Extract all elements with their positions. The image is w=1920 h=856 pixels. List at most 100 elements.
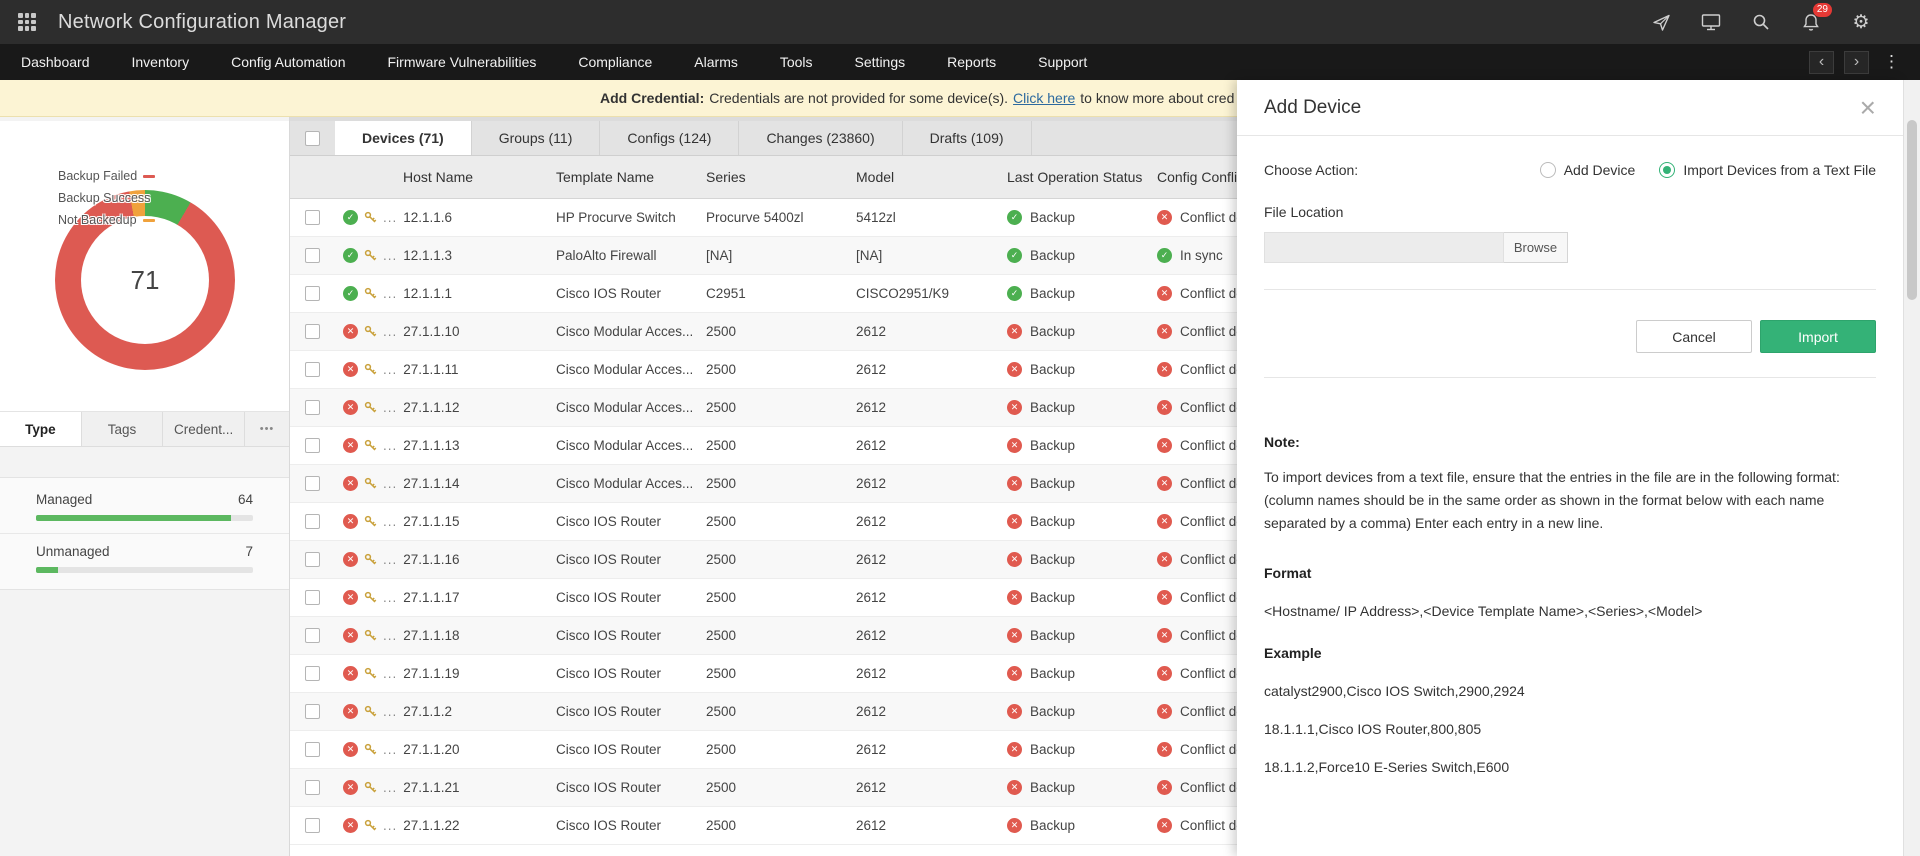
nav-item-firmware-vulnerabilities[interactable]: Firmware Vulnerabilities [367,44,558,80]
format-label: Format [1264,565,1312,582]
donut-legend: Backup Failed Backup Success Not Backedup [58,165,169,231]
template-name-cell: Cisco IOS Router [556,590,662,605]
row-checkbox[interactable] [305,666,320,681]
template-name-cell: PaloAlto Firewall [556,248,657,263]
row-checkbox[interactable] [305,818,320,833]
radio-label: Add Device [1563,162,1636,178]
row-checkbox[interactable] [305,742,320,757]
banner-click-here-link[interactable]: Click here [1013,90,1075,106]
panel-header: Add Device × [1237,80,1903,136]
host-name: 27.1.1.15 [403,514,460,529]
row-checkbox[interactable] [305,248,320,263]
tab-groups-11[interactable]: Groups (11) [472,121,601,155]
last-operation-text: Backup [1030,514,1076,529]
config-conflict-text: Conflict de [1180,704,1244,719]
nav-scroll-left-button[interactable]: ‹ [1809,50,1834,74]
host-more-ellipsis: ... [383,362,398,377]
operation-error-icon: ✕ [1007,362,1022,377]
notifications-bell-icon[interactable]: 29 [1800,3,1832,33]
nav-item-support[interactable]: Support [1017,44,1108,80]
page-scrollbar[interactable] [1903,80,1920,856]
row-checkbox[interactable] [305,362,320,377]
sidebar-more-icon[interactable]: ••• [245,412,289,446]
tab-devices-71[interactable]: Devices (71) [335,121,472,155]
conflict-error-icon: ✕ [1157,628,1172,643]
nav-item-alarms[interactable]: Alarms [673,44,759,80]
row-checkbox[interactable] [305,590,320,605]
radio-selected-dot [1659,162,1676,178]
row-checkbox-cell [290,742,335,757]
tab-changes-23860[interactable]: Changes (23860) [739,121,903,155]
last-operation-text: Backup [1030,286,1076,301]
nav-item-dashboard[interactable]: Dashboard [0,44,111,80]
radio-option-add-device[interactable]: Add Device [1539,162,1636,178]
legend-label: Backup Failed [58,169,138,183]
device-status-ok-icon: ✓ [343,210,358,225]
series-cell: 2500 [706,514,737,529]
credential-key-icon [364,591,377,604]
cancel-button[interactable]: Cancel [1636,320,1752,353]
last-operation-cell: ✕ Backup [1007,780,1157,795]
apps-grid-icon[interactable] [18,13,36,31]
row-checkbox[interactable] [305,400,320,415]
nav-item-config-automation[interactable]: Config Automation [210,44,366,80]
conflict-error-icon: ✕ [1157,590,1172,605]
stat-bar [36,567,253,573]
series-cell: 2500 [706,818,737,833]
row-checkbox[interactable] [305,514,320,529]
row-checkbox[interactable] [305,704,320,719]
browse-button[interactable]: Browse [1504,232,1568,263]
nav-item-reports[interactable]: Reports [926,44,1017,80]
conflict-error-icon: ✕ [1157,438,1172,453]
row-checkbox[interactable] [305,628,320,643]
row-checkbox[interactable] [305,780,320,795]
scrollbar-thumb[interactable] [1907,120,1917,300]
stat-unmanaged[interactable]: Unmanaged 7 [0,534,289,585]
screen-share-icon[interactable] [1700,11,1722,33]
app-title: Network Configuration Manager [58,10,347,33]
config-conflict-text: Conflict de [1180,514,1244,529]
template-name-cell: Cisco IOS Router [556,552,662,567]
device-status-ok-icon: ✓ [343,248,358,263]
search-icon[interactable] [1750,11,1772,33]
series-cell: 2500 [706,666,737,681]
sidebar-tab-credent[interactable]: Credent... [163,412,246,446]
series-cell: 2500 [706,552,737,567]
sidebar-tab-tags[interactable]: Tags [82,412,164,446]
host-cell: ✕... 27.1.1.16 [335,552,556,567]
host-more-ellipsis: ... [383,438,398,453]
file-location-input[interactable] [1264,232,1504,263]
tab-drafts-109[interactable]: Drafts (109) [903,121,1032,155]
credential-key-icon [364,363,377,376]
banner-prefix: Add Credential: [600,90,705,106]
nav-scroll-right-button[interactable]: › [1844,50,1869,74]
row-checkbox[interactable] [305,286,320,301]
select-all-checkbox[interactable] [305,130,320,146]
device-status-error-icon: ✕ [343,628,358,643]
row-checkbox[interactable] [305,438,320,453]
radio-option-import-devices-from-a-text-file[interactable]: Import Devices from a Text File [1659,162,1876,178]
nav-item-settings[interactable]: Settings [834,44,927,80]
last-operation-cell: ✕ Backup [1007,514,1157,529]
nav-item-tools[interactable]: Tools [759,44,834,80]
device-status-error-icon: ✕ [343,818,358,833]
nav-item-compliance[interactable]: Compliance [557,44,673,80]
nav-item-inventory[interactable]: Inventory [111,44,211,80]
settings-gear-icon[interactable]: ⚙ [1850,11,1872,33]
stat-label: Unmanaged [36,544,110,559]
device-status-error-icon: ✕ [343,514,358,529]
import-button[interactable]: Import [1760,320,1876,353]
device-status-error-icon: ✕ [343,362,358,377]
close-icon[interactable]: × [1860,93,1876,122]
row-checkbox[interactable] [305,210,320,225]
row-checkbox[interactable] [305,476,320,491]
stat-managed[interactable]: Managed 64 [0,482,289,534]
tab-configs-124[interactable]: Configs (124) [600,121,740,155]
sidebar-tab-type[interactable]: Type [0,412,82,446]
announce-send-icon[interactable] [1650,11,1672,33]
operation-error-icon: ✕ [1007,742,1022,757]
conflict-error-icon: ✕ [1157,400,1172,415]
row-checkbox[interactable] [305,324,320,339]
nav-more-menu-icon[interactable]: ⋮ [1879,52,1904,72]
row-checkbox[interactable] [305,552,320,567]
